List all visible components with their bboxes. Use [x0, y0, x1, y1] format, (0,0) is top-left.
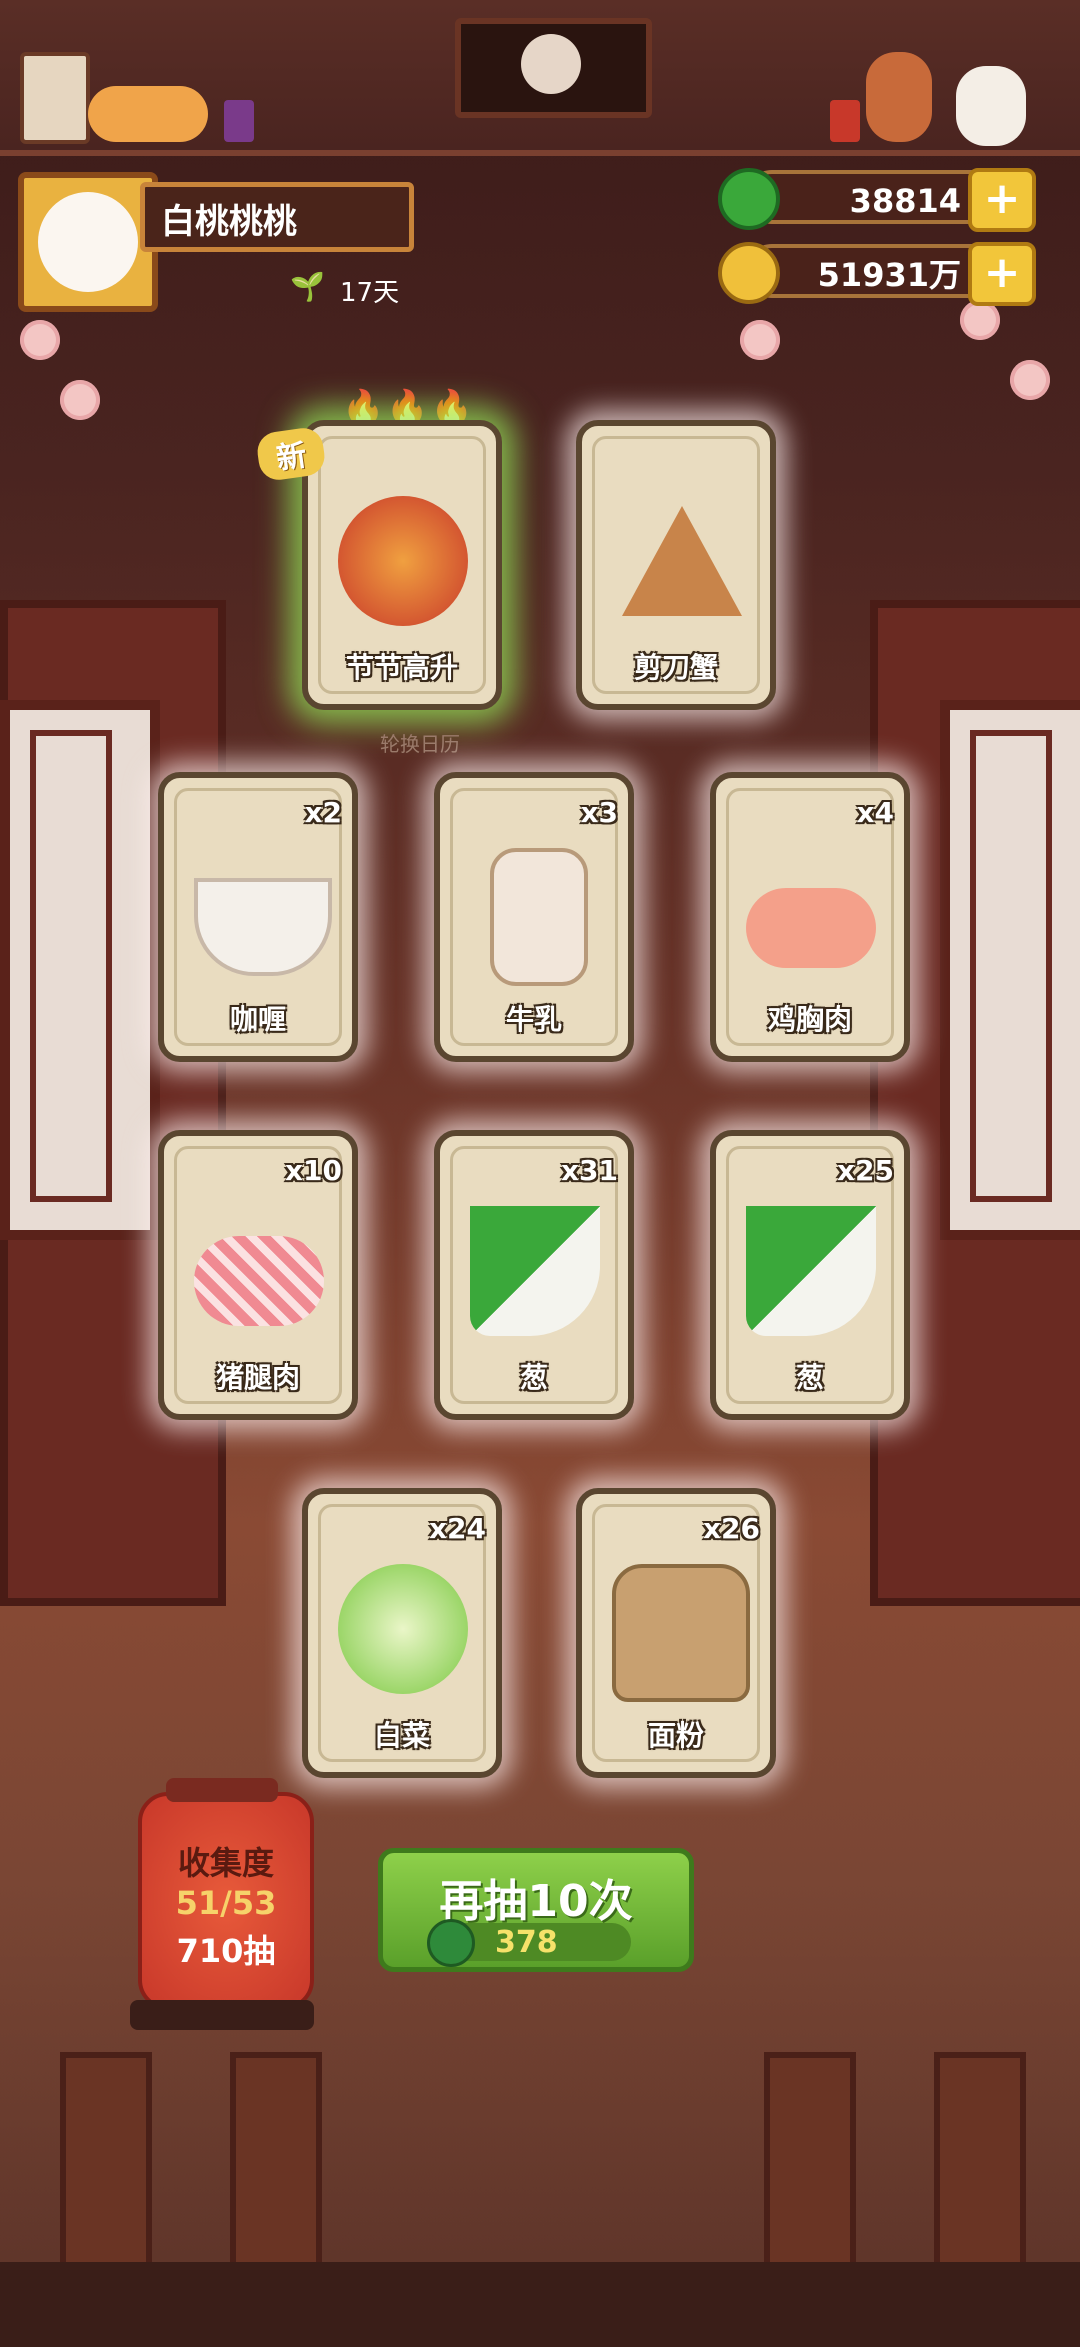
card-name: 猪腿肉 — [215, 1361, 300, 1394]
blossom-decoration — [20, 320, 60, 360]
card-name: 剪刀蟹 — [633, 651, 718, 684]
collection-progress: 51/53 — [175, 1884, 277, 1922]
card-name: 牛乳 — [505, 1003, 562, 1036]
rotation-calendar-label[interactable]: 轮换日历 — [380, 728, 460, 757]
scissor-crab-icon — [622, 506, 742, 616]
draw-ten-button[interactable]: 再抽10次 378 — [378, 1848, 694, 1972]
card-name: 葱 — [519, 1361, 548, 1394]
girl-character-icon — [866, 52, 932, 142]
add-jade-button[interactable]: + — [968, 168, 1036, 232]
napa-cabbage-icon — [338, 1564, 468, 1694]
add-coin-button[interactable]: + — [968, 242, 1036, 306]
flour-sack-icon — [612, 1564, 750, 1702]
card-item[interactable]: x25 葱 — [710, 1130, 910, 1420]
card-count: x10 — [284, 1154, 342, 1187]
card-item[interactable]: x26 面粉 — [576, 1488, 776, 1778]
left-window — [0, 700, 160, 1240]
sprout-icon: 🌱 — [290, 270, 325, 303]
card-count: x3 — [580, 796, 618, 829]
spool-icon — [224, 100, 254, 142]
jade-coin-icon — [427, 1919, 475, 1967]
card-name: 面粉 — [647, 1719, 704, 1752]
card-count: x31 — [560, 1154, 618, 1187]
blossom-decoration — [1010, 360, 1050, 400]
jade-coin-icon — [718, 168, 780, 230]
spool-red-icon — [830, 100, 860, 142]
blossom-decoration — [960, 300, 1000, 340]
card-item[interactable]: x24 白菜 — [302, 1488, 502, 1778]
white-cat-character-icon — [956, 66, 1026, 146]
card-item[interactable]: x31 葱 — [434, 1130, 634, 1420]
total-draws: 710抽 — [176, 1932, 276, 1970]
card-item[interactable]: x10 猪腿肉 — [158, 1130, 358, 1420]
card-name: 咖喱 — [229, 1003, 286, 1036]
fence-post — [230, 2052, 322, 2268]
hotpot-icon — [338, 496, 468, 626]
draw-ten-label: 再抽10次 — [439, 1876, 633, 1927]
fence-post — [934, 2052, 1026, 2268]
login-days: 17天 — [340, 278, 400, 308]
player-name: 白桃桃桃 — [140, 182, 414, 252]
card-name: 鸡胸肉 — [767, 1003, 852, 1036]
card-count: x26 — [702, 1512, 760, 1545]
card-count: x4 — [856, 796, 894, 829]
gold-coin-icon — [718, 242, 780, 304]
lantern-stand — [130, 2000, 314, 2030]
fence-post — [764, 2052, 856, 2268]
character-portrait-banner[interactable] — [455, 18, 652, 118]
floor-rail — [0, 2262, 1080, 2347]
blossom-decoration — [60, 380, 100, 420]
card-item[interactable]: x2 咖喱 — [158, 772, 358, 1062]
cat-avatar-icon — [38, 192, 138, 292]
card-count: x24 — [428, 1512, 486, 1545]
card-count: x2 — [304, 796, 342, 829]
collection-title: 收集度 — [177, 1844, 274, 1882]
collection-lantern[interactable]: 收集度 51/53 710抽 — [138, 1778, 314, 2010]
avatar[interactable] — [18, 172, 158, 312]
card-count: x25 — [836, 1154, 894, 1187]
card-item[interactable]: x3 牛乳 — [434, 772, 634, 1062]
right-window — [940, 700, 1080, 1240]
card-name: 葱 — [795, 1361, 824, 1394]
card-name: 节节高升 — [345, 651, 458, 684]
blossom-decoration — [740, 320, 780, 360]
fence-post — [60, 2052, 152, 2268]
curry-gravy-boat-icon — [194, 878, 332, 976]
pork-leg-icon — [194, 1236, 324, 1326]
tabby-cat-icon — [88, 86, 208, 142]
draw-cost-value: 378 — [495, 1925, 558, 1960]
paw-scroll-icon — [20, 52, 90, 144]
card-name: 白菜 — [373, 1719, 430, 1752]
chicken-breast-icon — [746, 888, 876, 968]
milk-jar-icon — [490, 848, 588, 986]
draw-cost: 378 — [427, 1919, 631, 1967]
card-featured[interactable]: 剪刀蟹 — [576, 420, 776, 710]
card-featured[interactable]: 节节高升 — [302, 420, 502, 710]
card-item[interactable]: x4 鸡胸肉 — [710, 772, 910, 1062]
